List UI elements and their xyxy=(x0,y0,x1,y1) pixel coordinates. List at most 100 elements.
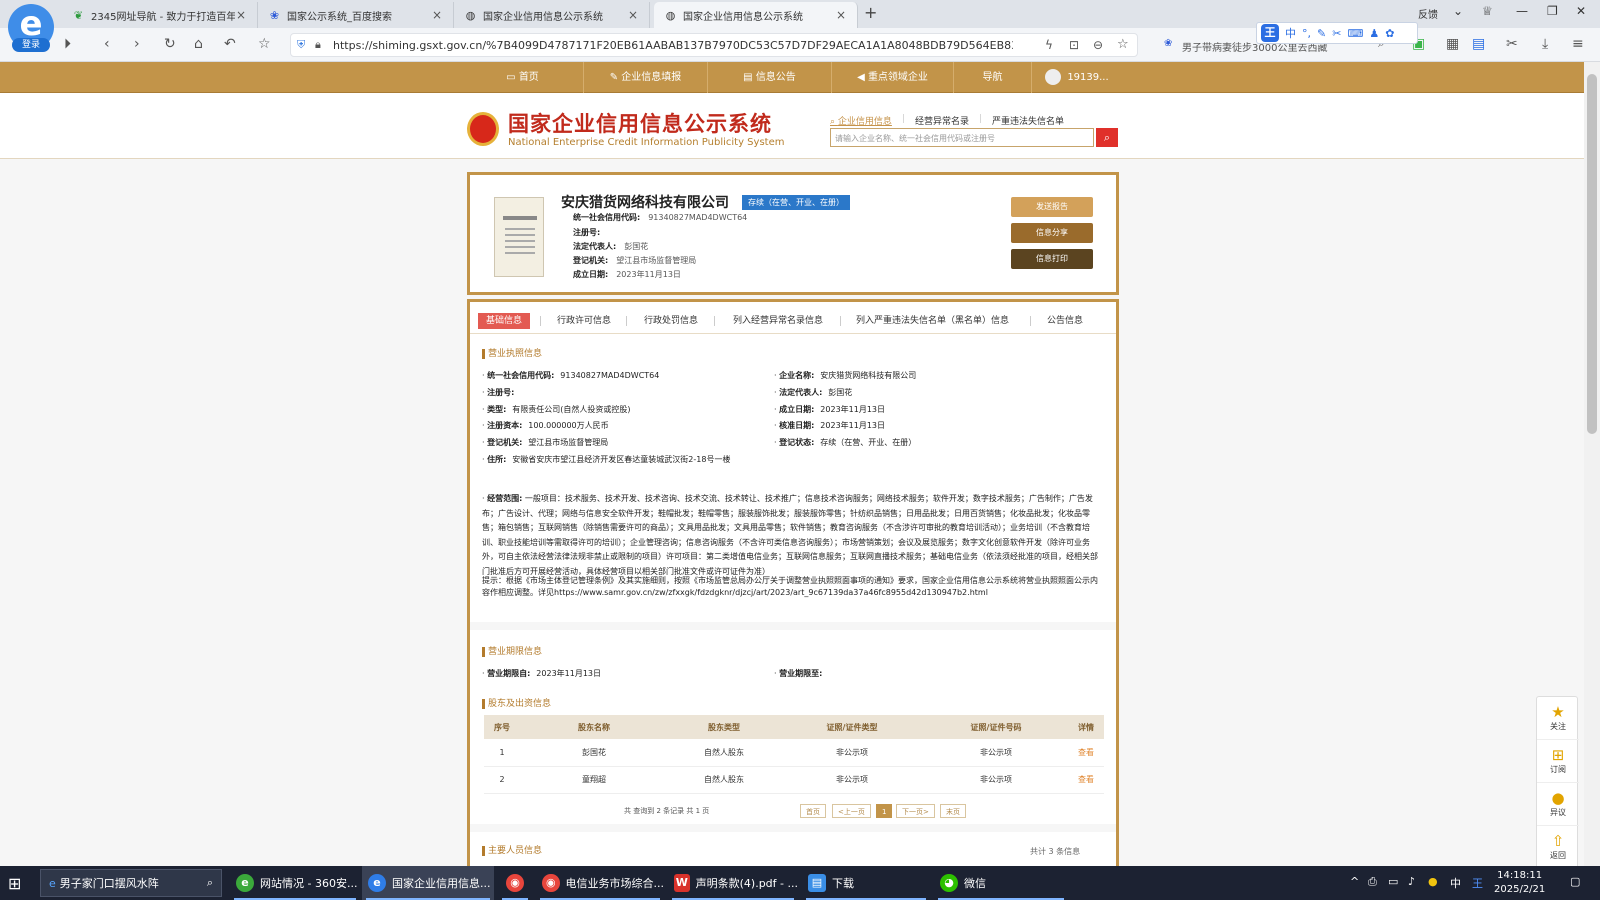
windows-taskbar: ⊞ e 男子家门口摆风水阵 ⌕ e 网站情况 - 360安... e 国家企业信用信息.… xyxy=(0,866,1600,900)
shirt-icon[interactable]: ♕ xyxy=(1482,4,1493,18)
ime-logo-icon[interactable]: 王 xyxy=(1261,24,1279,42)
license-field: · 住所: 安徽省安庆市望江县经济开发区春达童装城武汉街2-18号一楼 xyxy=(482,455,731,464)
windows-start-icon[interactable]: ⊞ xyxy=(8,866,21,900)
new-tab-button[interactable]: + xyxy=(864,3,877,22)
notification-icon[interactable]: ▢ xyxy=(1570,875,1580,888)
apps-grid-icon[interactable]: ▦ xyxy=(1446,36,1459,52)
nav-key-sector[interactable]: ◀ 重点领域企业 xyxy=(832,62,954,93)
forward-icon[interactable]: › xyxy=(134,36,140,52)
browser-tab-gsxt-active[interactable]: ◍ 国家企业信用信息公示系统 × xyxy=(654,2,858,28)
ime-keyboard-icon[interactable]: ⌨ xyxy=(1347,27,1363,40)
business-license-image[interactable] xyxy=(494,197,544,277)
tab-announcements[interactable]: 公告信息 xyxy=(1039,313,1091,329)
login-button[interactable]: 登录 xyxy=(12,38,50,52)
nav-announcement[interactable]: ▤ 信息公告 xyxy=(708,62,832,93)
minimize-icon[interactable]: — xyxy=(1516,4,1528,18)
site-search-button[interactable]: ⌕ xyxy=(1096,128,1118,147)
browser-tab-gsxt-1[interactable]: ◍ 国家企业信用信息公示系统 × xyxy=(454,2,650,28)
site-search-input[interactable]: 请输入企业名称、统一社会信用代码或注册号 xyxy=(830,128,1094,147)
nav-enterprise-report[interactable]: ✎ 企业信息填报 xyxy=(584,62,708,93)
feedback-link[interactable]: 反馈 xyxy=(1418,6,1438,21)
ime-wang-icon[interactable]: 王 xyxy=(1472,875,1483,891)
address-bar[interactable]: ⛨ 🔒︎ https://shiming.gsxt.gov.cn/%7B4099… xyxy=(290,33,1138,57)
ime-scissors-icon[interactable]: ✂ xyxy=(1332,27,1341,40)
last-page-button[interactable]: 末页 xyxy=(940,804,966,818)
ime-skin-icon[interactable]: ♟ xyxy=(1369,27,1379,40)
taskbar-item-360[interactable]: e 网站情况 - 360安... xyxy=(230,866,360,900)
tab-abnormal-list[interactable]: 列入经营异常名录信息 xyxy=(725,313,831,329)
nav-home[interactable]: ▭ 首页 xyxy=(462,62,584,93)
close-icon[interactable]: × xyxy=(835,8,847,22)
close-window-icon[interactable]: ✕ xyxy=(1576,4,1586,18)
restore-icon[interactable]: ❐ xyxy=(1547,4,1558,18)
browser-tab-baidu[interactable]: ❀ 国家公示系统_百度搜索 × xyxy=(258,2,454,28)
smiley-tray-icon[interactable]: ● xyxy=(1428,875,1438,888)
close-icon[interactable]: × xyxy=(235,8,247,22)
printer-icon[interactable]: ⎙ xyxy=(1368,875,1377,889)
favorites-icon[interactable]: ☆ xyxy=(258,36,271,52)
translate-icon[interactable]: ▤ xyxy=(1472,36,1485,52)
prev-page-button[interactable]: <上一页 xyxy=(832,804,871,818)
taskbar-item-chrome[interactable]: ◉ xyxy=(498,866,532,900)
est-date-row: 成立日期: 2023年11月13日 xyxy=(573,270,681,279)
volume-icon[interactable]: ♪ xyxy=(1408,875,1415,888)
screenshot-icon[interactable]: ⊡ xyxy=(1069,38,1079,52)
view-detail-link[interactable]: 查看 xyxy=(1068,766,1104,794)
ime-mode-label[interactable]: 中 xyxy=(1285,25,1296,41)
undo-icon[interactable]: ↶ xyxy=(224,36,236,52)
search-tab-credit[interactable]: ⌕ 企业信用信息 xyxy=(830,114,892,127)
reload-icon[interactable]: ↻ xyxy=(164,36,176,52)
taskbar-item-pdf[interactable]: W 声明条款(4).pdf - ... xyxy=(668,866,798,900)
scrollbar-thumb[interactable] xyxy=(1587,74,1597,434)
ime-settings-icon[interactable]: ✿ xyxy=(1385,27,1394,40)
nav-guide[interactable]: 导航 xyxy=(954,62,1032,93)
home-icon[interactable]: ⌂ xyxy=(194,36,203,52)
browser-tab-2345[interactable]: ❦ 2345网址导航 - 致力于打造百年 × xyxy=(62,2,258,28)
view-detail-link[interactable]: 查看 xyxy=(1068,739,1104,767)
subscribe-button[interactable]: ⊞ 订阅 xyxy=(1537,740,1579,783)
menu-icon[interactable]: ≡ xyxy=(1572,36,1584,52)
close-icon[interactable]: × xyxy=(431,8,443,22)
ime-pen-icon[interactable]: ✎ xyxy=(1317,27,1326,40)
back-icon[interactable]: ‹ xyxy=(104,36,110,52)
taskbar-item-download[interactable]: ▤ 下载 xyxy=(802,866,930,900)
taskbar-item-gsxt[interactable]: e 国家企业信用信息... xyxy=(362,866,494,900)
page-1-button[interactable]: 1 xyxy=(876,804,893,818)
nav-user[interactable]: 19139... xyxy=(1032,62,1122,93)
send-report-button[interactable]: 发送报告 xyxy=(1011,197,1093,217)
close-icon[interactable]: × xyxy=(627,8,639,22)
zoom-icon[interactable]: ⊖ xyxy=(1093,38,1103,52)
license-section-title: 营业执照信息 xyxy=(482,349,542,359)
tab-basic-info[interactable]: 基础信息 xyxy=(478,313,531,329)
follow-button[interactable]: ★ 关注 xyxy=(1537,697,1579,740)
ime-indicator[interactable]: 中 xyxy=(1450,875,1461,891)
tab-admin-penalty[interactable]: 行政处罚信息 xyxy=(636,313,706,329)
sidebar-toggle-icon[interactable]: ⏵ xyxy=(64,36,71,52)
search-tab-blacklist[interactable]: 严重违法失信名单 xyxy=(992,114,1064,127)
tray-chevron-icon[interactable]: ^ xyxy=(1350,875,1359,888)
objection-button[interactable]: ● 异议 xyxy=(1537,783,1579,826)
ime-punct-icon[interactable]: °, xyxy=(1302,27,1311,40)
print-info-button[interactable]: 信息打印 xyxy=(1011,249,1093,269)
cut-tool-icon[interactable]: ✂ xyxy=(1506,36,1518,52)
taskbar-clock[interactable]: 14:18:11 2025/2/21 xyxy=(1494,869,1545,897)
share-info-button[interactable]: 信息分享 xyxy=(1011,223,1093,243)
back-to-top-button[interactable]: ⇧ 返回 xyxy=(1537,826,1579,866)
search-tab-abnormal[interactable]: 经营异常名录 xyxy=(915,114,969,127)
taskbar-item-wechat[interactable]: ◕ 微信 xyxy=(934,866,1068,900)
network-icon[interactable]: ▭ xyxy=(1388,875,1398,888)
taskbar-search[interactable]: e 男子家门口摆风水阵 ⌕ xyxy=(40,869,222,897)
taskbar-item-telecom[interactable]: ◉ 电信业务市场综合... xyxy=(536,866,664,900)
url-text[interactable]: https://shiming.gsxt.gov.cn/%7B4099D4787… xyxy=(333,39,1013,52)
browser-search-text[interactable]: 男子带病妻徒步3000公里去西藏 xyxy=(1182,43,1327,54)
tab-blacklist[interactable]: 列入严重违法失信名单（黑名单）信息 xyxy=(848,313,1017,329)
first-page-button[interactable]: 首页 xyxy=(800,804,826,818)
bookmark-star-icon[interactable]: ☆ xyxy=(1117,37,1129,52)
chevron-down-icon[interactable]: ⌄ xyxy=(1453,4,1463,18)
next-page-button[interactable]: 下一页> xyxy=(896,804,935,818)
lightning-icon[interactable]: ϟ xyxy=(1045,38,1053,52)
tab-admin-license[interactable]: 行政许可信息 xyxy=(549,313,619,329)
page-scrollbar[interactable] xyxy=(1584,62,1600,866)
download-icon[interactable]: ⤓ xyxy=(1542,36,1548,52)
license-field: · 核准日期: 2023年11月13日 xyxy=(774,421,886,430)
